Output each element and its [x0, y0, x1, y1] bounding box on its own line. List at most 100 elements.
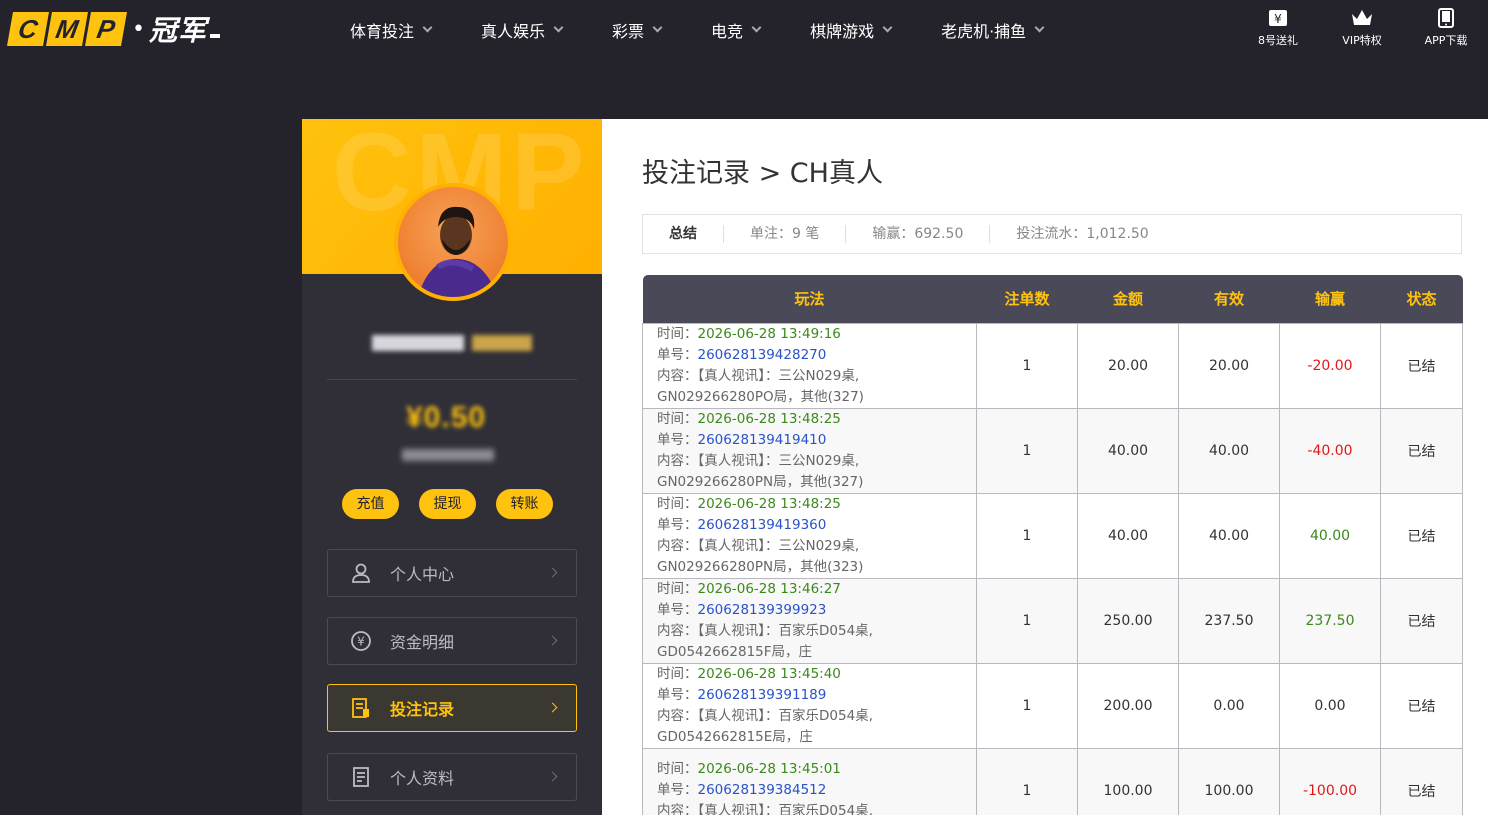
nav-live-casino[interactable]: 真人娱乐 — [481, 18, 564, 42]
summary-bet-count: 单注：9 笔 — [724, 225, 847, 243]
nav-slots-fishing[interactable]: 老虎机·捕鱼 — [941, 18, 1045, 42]
table-row: 时间：2026-06-28 13:48:25 单号：260628139419360… — [642, 492, 1463, 579]
bet-summary-bar: 总结 单注：9 笔 输赢：692.50 投注流水：1,012.50 — [642, 214, 1462, 254]
table-row: 时间：2026-06-28 13:48:25 单号：260628139419410… — [642, 407, 1463, 494]
table-header-row: 玩法 注单数 金额 有效 输赢 状态 — [642, 275, 1463, 323]
chevron-right-icon — [547, 702, 558, 713]
bet-info-cell: 时间：2026-06-28 13:45:40 单号：260628139391189… — [642, 662, 977, 749]
col-header-game: 玩法 — [642, 275, 977, 323]
bet-count-cell: 1 — [976, 407, 1078, 494]
logo-text: 冠军 — [148, 14, 207, 47]
bet-valid-cell: 237.50 — [1178, 577, 1280, 664]
bet-content: 内容：【真人视讯】：百家乐D054桌, — [657, 622, 873, 639]
bet-info-cell: 时间：2026-06-28 13:46:27 单号：260628139399923… — [642, 577, 977, 664]
bet-content-detail: GN029266280PO局，其他(327) — [657, 388, 864, 405]
svg-text:¥: ¥ — [1274, 12, 1282, 26]
bet-order: 单号：260628139384512 — [657, 782, 827, 798]
document-icon — [352, 698, 369, 718]
order-number-link[interactable]: 260628139428270 — [698, 347, 827, 363]
order-number-link[interactable]: 260628139384512 — [698, 782, 827, 798]
logo-cmp: C M P — [7, 12, 127, 46]
bet-order: 单号：260628139419410 — [657, 431, 827, 448]
order-number-link[interactable]: 260628139391189 — [698, 687, 827, 703]
bet-content-detail: GN029266280PN局，其他(327) — [657, 473, 864, 490]
bet-status-cell: 已结 — [1380, 577, 1463, 664]
bet-valid-cell: 100.00 — [1178, 747, 1280, 815]
nav-lottery[interactable]: 彩票 — [612, 18, 663, 42]
order-number-link[interactable]: 260628139399923 — [698, 602, 827, 618]
col-header-valid: 有效 — [1178, 275, 1280, 323]
bet-content: 内容：【真人视讯】：百家乐D054桌, — [657, 707, 873, 724]
summary-title: 总结 — [643, 225, 724, 243]
bet-content: 内容：【真人视讯】：三公N029桌, — [657, 537, 860, 554]
summary-win-loss: 输赢：692.50 — [846, 225, 991, 243]
main-content: 投注记录 > CH真人 总结 单注：9 笔 输赢：692.50 投注流水：1,0… — [602, 119, 1488, 815]
bet-content: 内容：【真人视讯】：三公N029桌, — [657, 367, 860, 384]
bet-time: 时间：2026-06-28 13:45:40 — [657, 665, 841, 682]
user-icon — [352, 563, 370, 583]
order-number-link[interactable]: 260628139419360 — [698, 517, 827, 533]
table-row: 时间：2026-06-28 13:46:27 单号：260628139399923… — [642, 577, 1463, 664]
bet-valid-cell: 40.00 — [1178, 492, 1280, 579]
bet-time: 时间：2026-06-28 13:48:25 — [657, 495, 841, 512]
bet-order: 单号：260628139399923 — [657, 601, 827, 618]
chevron-down-icon — [422, 22, 433, 33]
chevron-down-icon — [882, 22, 893, 33]
vip-link[interactable]: VIP特权 — [1320, 8, 1404, 48]
table-row: 时间：2026-06-28 13:45:40 单号：260628139391189… — [642, 662, 1463, 749]
menu-item-personal-center[interactable]: 个人中心 — [327, 549, 577, 597]
chevron-right-icon — [547, 771, 558, 782]
menu-item-bet-records[interactable]: 投注记录 — [327, 684, 577, 732]
bet-amount-cell: 40.00 — [1077, 492, 1179, 579]
bet-status-cell: 已结 — [1380, 747, 1463, 815]
summary-turnover: 投注流水：1,012.50 — [1016, 226, 1149, 242]
bet-status-cell: 已结 — [1380, 322, 1463, 409]
avatar[interactable] — [394, 183, 512, 301]
bet-count-cell: 1 — [976, 747, 1078, 815]
bet-amount-cell: 20.00 — [1077, 322, 1179, 409]
bet-count-cell: 1 — [976, 322, 1078, 409]
logo-underline — [210, 34, 220, 38]
nav-esports[interactable]: 电竞 — [711, 18, 762, 42]
bet-content: 内容：【真人视讯】：百家乐D054桌, — [657, 803, 873, 815]
bet-records-table-wrap: 玩法 注单数 金额 有效 输赢 状态 时间：2026-06-28 13:49:1… — [642, 275, 1463, 815]
bet-status-cell: 已结 — [1380, 662, 1463, 749]
col-header-status: 状态 — [1380, 275, 1463, 323]
deposit-button[interactable]: 充值 — [342, 489, 399, 519]
bet-valid-cell: 0.00 — [1178, 662, 1280, 749]
site-logo[interactable]: C M P • 冠军 — [7, 12, 220, 47]
top-navbar: C M P • 冠军 体育投注 真人娱乐 彩票 电竞 棋牌游戏 老虎机·捕鱼 ¥… — [0, 0, 1488, 60]
menu-item-funds[interactable]: ¥ 资金明细 — [327, 617, 577, 665]
chevron-right-icon — [547, 567, 558, 578]
bet-win-loss-cell: 237.50 — [1279, 577, 1381, 664]
chevron-down-icon — [652, 22, 663, 33]
profile-panel: CMP ¥0.50 充值 提现 转账 个人中心 ¥ 资金明细 投注记录 个人资料 — [302, 119, 602, 815]
order-number-link[interactable]: 260628139419410 — [698, 432, 827, 448]
bet-count-cell: 1 — [976, 492, 1078, 579]
bet-info-cell: 时间：2026-06-28 13:45:01 单号：260628139384512… — [642, 747, 977, 815]
balance-sub-blurred — [402, 449, 494, 461]
chevron-down-icon — [751, 22, 762, 33]
wallet-actions: 充值 提现 转账 — [342, 489, 553, 519]
transfer-button[interactable]: 转账 — [496, 489, 553, 519]
page-title: 投注记录 > CH真人 — [642, 158, 883, 189]
withdraw-button[interactable]: 提现 — [419, 489, 476, 519]
gift-link[interactable]: ¥ 8号送礼 — [1236, 8, 1320, 48]
bet-time: 时间：2026-06-28 13:46:27 — [657, 580, 841, 597]
col-header-count: 注单数 — [976, 275, 1078, 323]
profile-card-icon — [353, 767, 369, 787]
crown-icon — [1352, 10, 1372, 25]
app-download-link[interactable]: APP下载 — [1404, 8, 1488, 48]
profile-divider — [327, 379, 577, 380]
nav-card-games[interactable]: 棋牌游戏 — [810, 18, 893, 42]
bet-order: 单号：260628139428270 — [657, 346, 827, 363]
chevron-down-icon — [1034, 22, 1045, 33]
bet-count-cell: 1 — [976, 662, 1078, 749]
chevron-right-icon — [547, 635, 558, 646]
menu-item-profile-info[interactable]: 个人资料 — [327, 753, 577, 801]
chevron-down-icon — [553, 22, 564, 33]
nav-sports[interactable]: 体育投注 — [350, 18, 433, 42]
bet-content-detail: GD0542662815E局，庄 — [657, 728, 813, 745]
bet-count-cell: 1 — [976, 577, 1078, 664]
bet-content-detail: GD0542662815F局，庄 — [657, 643, 813, 660]
